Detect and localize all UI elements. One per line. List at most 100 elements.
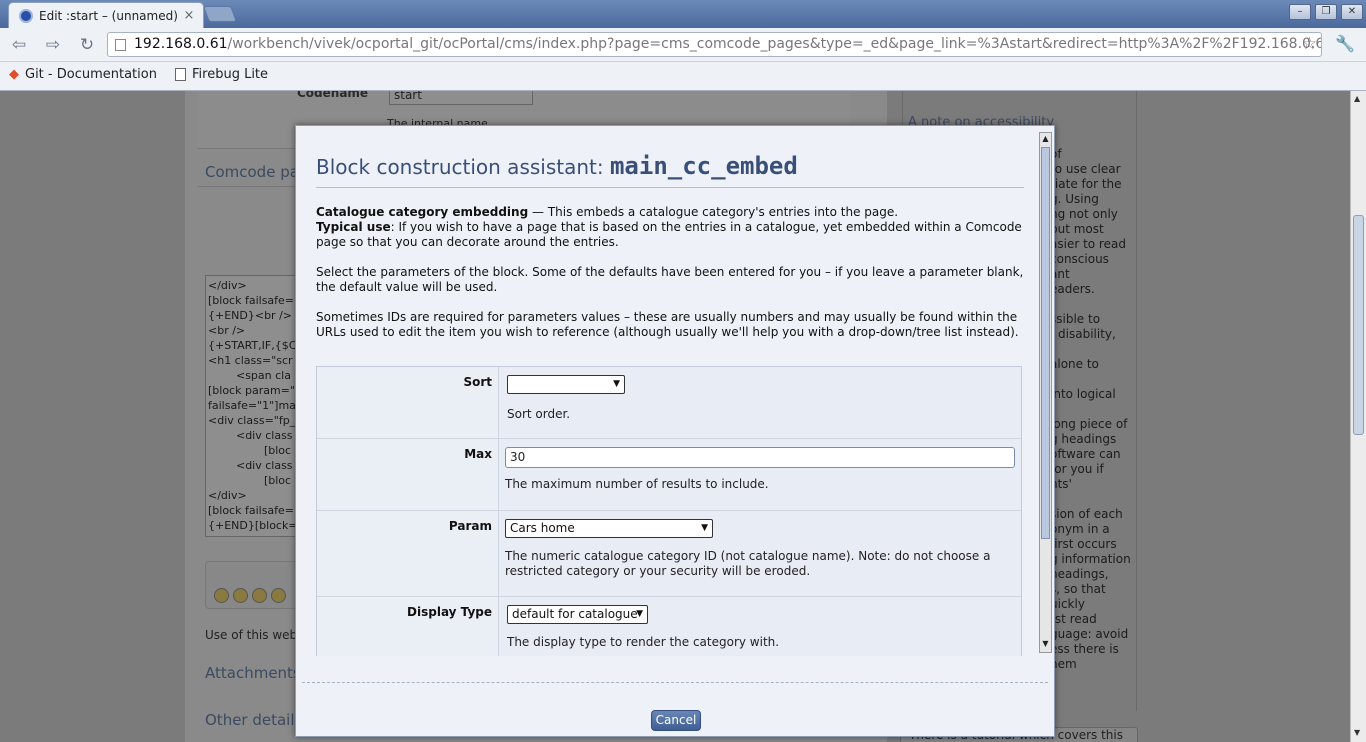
max-input[interactable]: 30 <box>505 447 1015 468</box>
bookmark-star-icon[interactable]: ☆ <box>1302 33 1317 56</box>
param-description: The maximum number of results to include… <box>505 477 769 491</box>
use-of-text: Use of this web <box>205 628 298 642</box>
dialog-title: Block construction assistant: main_cc_em… <box>316 152 798 180</box>
editor-line: <div class <box>208 429 293 442</box>
param-description: The numeric catalogue category ID (not c… <box>505 549 991 578</box>
url-host: 192.168.0.61 <box>134 36 228 52</box>
typical-use-label: Typical use <box>316 220 391 234</box>
scroll-down-icon[interactable]: ▼ <box>1041 639 1050 651</box>
page-icon <box>175 68 186 81</box>
param-select-value: Cars home <box>510 521 575 535</box>
editor-line: [block param=" <box>208 384 295 397</box>
smiley-icon[interactable] <box>271 588 286 603</box>
site-favicon-icon <box>19 8 33 23</box>
close-window-button[interactable]: ✕ <box>1341 4 1363 20</box>
codename-input[interactable]: start <box>389 91 533 105</box>
block-assistant-dialog: Block construction assistant: main_cc_em… <box>295 125 1055 737</box>
param-label: Max <box>317 439 499 510</box>
select-params-text: Select the parameters of the block. Some… <box>316 265 1024 294</box>
side-text-line: first occurs <box>1050 537 1117 551</box>
side-text-line: g information <box>1050 552 1131 566</box>
address-bar[interactable]: 192.168.0.61/workbench/vivek/ocportal_gi… <box>107 32 1322 57</box>
codename-label: Codename <box>297 91 369 100</box>
side-text-line: oftware can <box>1050 447 1121 461</box>
dialog-scrollbar-thumb[interactable] <box>1041 147 1050 539</box>
comcode-heading[interactable]: Comcode pa <box>205 163 299 181</box>
typical-use-text: : If you wish to have a page that is bas… <box>316 220 1022 249</box>
ids-text: Sometimes IDs are required for parameter… <box>316 310 1019 339</box>
tab-close-icon[interactable]: × <box>181 8 197 23</box>
editor-line: <div class <box>208 459 293 472</box>
divider <box>198 186 308 187</box>
block-description: Catalogue category embedding — This embe… <box>316 205 1026 250</box>
side-text-line: but most <box>1050 222 1104 236</box>
param-description: The display type to render the category … <box>507 635 780 649</box>
maximize-button[interactable]: ❐ <box>1315 4 1337 20</box>
wrench-icon[interactable]: 🔧 <box>1335 34 1355 53</box>
param-label: Param <box>317 511 499 596</box>
side-text-line: for you if <box>1050 462 1104 476</box>
dropdown-arrow-icon: ▼ <box>613 379 620 389</box>
scrollbar-thumb[interactable] <box>1353 215 1364 435</box>
smiley-icon[interactable] <box>252 588 267 603</box>
block-name: Catalogue category embedding <box>316 205 529 219</box>
new-tab-button[interactable] <box>203 6 237 22</box>
param-row-display-type: Display Type default for catalogue ▼ The … <box>317 597 1021 656</box>
page-scrollbar[interactable]: ▲ ▼ <box>1350 91 1366 742</box>
bookmarks-bar: ◆ Git - Documentation Firebug Lite <box>0 62 1366 91</box>
bookmark-firebug[interactable]: Firebug Lite <box>175 67 268 82</box>
forward-icon[interactable]: ⇨ <box>42 34 64 56</box>
title-divider <box>316 187 1024 188</box>
params-table: Sort ▼ Sort order. Max 30 The maximum nu… <box>316 366 1022 656</box>
side-text-line: guage: avoid <box>1050 627 1129 641</box>
git-icon: ◆ <box>9 67 19 82</box>
bookmark-git[interactable]: ◆ Git - Documentation <box>9 67 157 82</box>
side-text-line: uickly <box>1050 597 1085 611</box>
browser-toolbar: ⇦ ⇨ ↻ 192.168.0.61/workbench/vivek/ocpor… <box>0 28 1366 62</box>
page-icon <box>115 39 126 51</box>
side-text-line: eaders. <box>1050 282 1095 296</box>
side-text-line: g. Using <box>1050 192 1099 206</box>
browser-tab[interactable]: Edit :start – (unnamed) × <box>8 2 204 28</box>
editor-line: {+END}[block= <box>208 519 298 532</box>
sort-select[interactable]: ▼ <box>507 375 625 394</box>
side-text-line: conscious <box>1050 252 1109 266</box>
side-text-line: into logical <box>1050 387 1116 401</box>
dialog-scrollbar[interactable]: ▲ ▼ <box>1039 132 1052 653</box>
display-type-select-value: default for catalogue <box>512 607 638 621</box>
side-text-line: riate for the <box>1050 177 1122 191</box>
side-text-line: ng not only <box>1050 207 1118 221</box>
reload-icon[interactable]: ↻ <box>76 34 98 56</box>
display-type-select[interactable]: default for catalogue ▼ <box>507 605 648 624</box>
dropdown-arrow-icon: ▼ <box>636 609 643 619</box>
side-text-line: onym in a <box>1050 522 1110 536</box>
editor-line: </div> <box>208 279 247 292</box>
scroll-down-icon[interactable]: ▼ <box>1354 728 1360 737</box>
editor-line: [block failsafe= <box>208 294 295 307</box>
back-icon[interactable]: ⇦ <box>8 34 30 56</box>
side-text-line: f disability, <box>1050 327 1116 341</box>
editor-line: <div class="fp_ <box>208 414 296 427</box>
editor-line: </div> <box>208 489 247 502</box>
side-text-line: to use clear <box>1050 162 1121 176</box>
scroll-up-icon[interactable]: ▲ <box>1041 134 1050 146</box>
comcode-editor[interactable]: </div> [block failsafe= {+END}<br /> <br />… <box>205 275 301 537</box>
cancel-button[interactable]: Cancel <box>651 710 701 731</box>
smiley-icon[interactable] <box>214 588 229 603</box>
editor-line: failsafe="1"]ma <box>208 399 296 412</box>
scroll-up-icon[interactable]: ▲ <box>1354 94 1360 103</box>
param-description: Sort order. <box>507 407 571 421</box>
minimize-button[interactable]: – <box>1289 4 1311 20</box>
side-text-line: long piece of <box>1050 417 1128 431</box>
param-select[interactable]: Cars home ▼ <box>505 519 713 538</box>
editor-line: {+START,IF,{$C <box>208 339 297 352</box>
tab-title: Edit :start – (unnamed) <box>39 8 178 23</box>
editor-line: <h1 class="scr <box>208 354 293 367</box>
smiley-icon[interactable] <box>233 588 248 603</box>
other-details-heading[interactable]: Other details <box>205 711 302 729</box>
side-text-line: ssible to <box>1050 312 1101 326</box>
editor-line: [block failsafe= <box>208 504 295 517</box>
side-text-line: headings, <box>1050 567 1109 581</box>
editor-line: [bloc <box>208 444 292 457</box>
attachments-heading[interactable]: Attachments <box>205 664 301 682</box>
